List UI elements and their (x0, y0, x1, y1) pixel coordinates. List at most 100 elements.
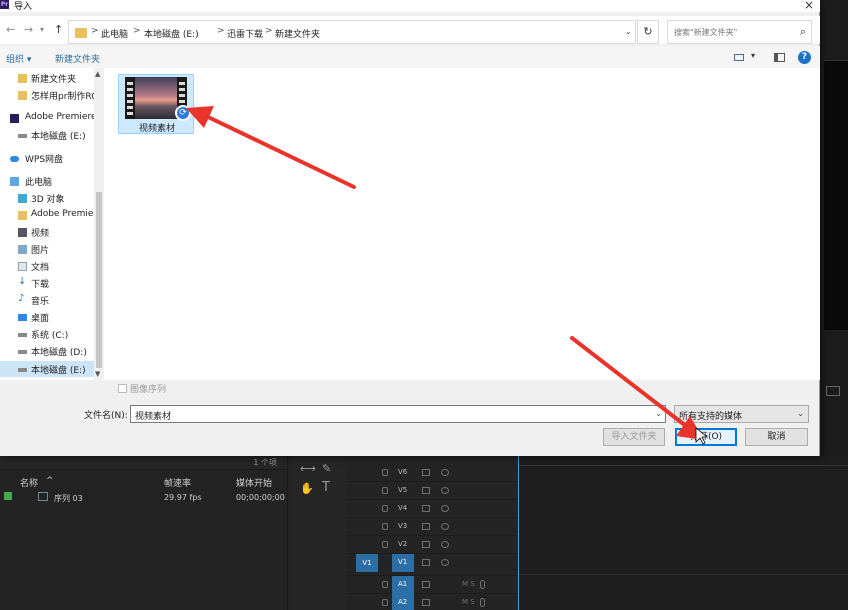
nav-item-downloads[interactable]: ↓ 下载 (0, 275, 94, 291)
open-button[interactable]: 打开(O) (675, 428, 737, 446)
filename-input[interactable]: 视频素材 ⌄ (130, 405, 666, 423)
mute-solo[interactable]: M S (462, 580, 475, 588)
nav-item-drive-d[interactable]: 本地磁盘 (D:) (0, 343, 94, 359)
nav-item-howto-folder[interactable]: 怎样用pr制作RC (0, 87, 94, 103)
view-icon[interactable] (734, 54, 744, 61)
view-dropdown-icon[interactable]: ▾ (751, 51, 755, 60)
help-button[interactable]: ? (798, 51, 811, 64)
track-a1[interactable]: A1 M S (346, 576, 518, 594)
nav-item-drive-c[interactable]: 系统 (C:) (0, 326, 94, 342)
recent-dropdown-icon[interactable]: ▾ (40, 25, 44, 34)
sync-lock-icon[interactable] (422, 581, 430, 588)
crumb-thunder-downloads[interactable]: 迅雷下载 (227, 27, 263, 40)
type-tool-icon[interactable]: T (322, 480, 330, 495)
lock-icon[interactable] (382, 581, 388, 588)
file-type-filter[interactable]: 所有支持的媒体 ⌄ (674, 405, 809, 423)
new-folder-button[interactable]: 新建文件夹 (55, 52, 100, 65)
organize-button[interactable]: 组织 ▾ (6, 52, 31, 65)
eye-icon[interactable] (441, 469, 449, 476)
close-button[interactable]: × (804, 0, 814, 12)
column-name[interactable]: 名称 (20, 476, 38, 489)
track-v3[interactable]: V3 (346, 518, 518, 536)
crumb-drive-e[interactable]: 本地磁盘 (E:) (144, 27, 199, 40)
sync-lock-icon[interactable] (422, 559, 430, 566)
import-folder-button[interactable]: 导入文件夹 (603, 428, 665, 446)
search-input[interactable]: 搜索"新建文件夹" ⌕ (667, 20, 812, 44)
crumb-separator[interactable]: > (217, 26, 225, 36)
track-v4[interactable]: V4 (346, 500, 518, 518)
column-media-start[interactable]: 媒体开始 (236, 476, 272, 489)
nav-item-drive-e-selected[interactable]: 本地磁盘 (E:) (0, 361, 94, 377)
scroll-thumb[interactable] (96, 192, 102, 368)
chevron-down-icon[interactable]: ⌄ (797, 409, 804, 418)
refresh-button[interactable]: ↻ (637, 20, 659, 44)
eye-icon[interactable] (441, 487, 449, 494)
forward-button[interactable]: → (24, 23, 33, 36)
ripple-edit-icon[interactable]: ⟷ (300, 462, 316, 475)
nav-item-new-folder[interactable]: 新建文件夹 (0, 70, 94, 86)
scroll-up-icon[interactable]: ▲ (95, 70, 100, 78)
sync-lock-icon[interactable] (422, 523, 430, 530)
pen-tool-icon[interactable]: ✎ (322, 462, 331, 475)
nav-item-this-pc[interactable]: 此电脑 (0, 173, 94, 189)
eye-icon[interactable] (441, 559, 449, 566)
sync-lock-icon[interactable] (422, 487, 430, 494)
mic-icon[interactable] (480, 598, 485, 607)
crumb-separator[interactable]: > (265, 26, 273, 36)
track-v5[interactable]: V5 (346, 482, 518, 500)
crumb-new-folder[interactable]: 新建文件夹 (275, 27, 320, 40)
search-icon[interactable]: ⌕ (800, 25, 806, 39)
track-v6[interactable]: V6 (346, 464, 518, 482)
lock-icon[interactable] (382, 487, 388, 494)
back-button[interactable]: ← (6, 23, 15, 36)
eye-icon[interactable] (441, 505, 449, 512)
crumb-separator[interactable]: > (91, 26, 99, 36)
scroll-down-icon[interactable]: ▼ (95, 370, 100, 378)
timeline-area[interactable] (518, 456, 848, 610)
source-patch-v1[interactable]: V1 (356, 554, 378, 572)
nav-item-drive-e[interactable]: 本地磁盘 (E:) (0, 127, 94, 143)
nav-item-pictures[interactable]: 图片 (0, 241, 94, 257)
mute-solo[interactable]: M S (462, 598, 475, 606)
hand-tool-icon[interactable]: ✋ (300, 482, 314, 495)
sync-lock-icon[interactable] (422, 505, 430, 512)
up-button[interactable]: ↑ (54, 23, 63, 36)
address-bar[interactable]: > 此电脑 > 本地磁盘 (E:) > 迅雷下载 > 新建文件夹 ⌄ (68, 20, 636, 44)
nav-item-desktop[interactable]: 桌面 (0, 309, 94, 325)
track-v1[interactable]: V1 V1 (346, 554, 518, 576)
sort-up-icon[interactable]: ^ (46, 476, 54, 486)
eye-icon[interactable] (441, 541, 449, 548)
nav-item-documents[interactable]: 文档 (0, 258, 94, 274)
filename-dropdown-icon[interactable]: ⌄ (655, 409, 662, 418)
address-dropdown-icon[interactable]: ⌄ (625, 27, 632, 36)
file-item-video[interactable]: ⟳ 视频素材 (118, 74, 194, 134)
time-ruler[interactable] (518, 456, 848, 466)
cancel-button[interactable]: 取消 (745, 428, 808, 446)
sync-lock-icon[interactable] (422, 469, 430, 476)
lock-icon[interactable] (382, 541, 388, 548)
lock-icon[interactable] (382, 599, 388, 606)
lock-icon[interactable] (382, 505, 388, 512)
column-framerate[interactable]: 帧速率 (164, 476, 191, 489)
lock-icon[interactable] (382, 469, 388, 476)
track-a2[interactable]: A2 M S (346, 594, 518, 610)
nav-item-videos[interactable]: 视频 (0, 224, 94, 240)
nav-item-3d-objects[interactable]: 3D 对象 (0, 190, 94, 206)
playhead[interactable] (518, 456, 519, 610)
crumb-this-pc[interactable]: 此电脑 (101, 27, 128, 40)
image-sequence-checkbox[interactable] (118, 384, 127, 393)
nav-item-wps-cloud[interactable]: WPS网盘 (0, 150, 94, 166)
nav-item-adobe-premier[interactable]: Adobe Premier (0, 207, 94, 223)
nav-item-adobe-premiere[interactable]: Adobe Premiere (0, 110, 94, 126)
nav-scrollbar[interactable]: ▲ ▼ (94, 68, 104, 380)
sync-lock-icon[interactable] (422, 541, 430, 548)
nav-item-music[interactable]: ♪ 音乐 (0, 292, 94, 308)
track-v2[interactable]: V2 (346, 536, 518, 554)
mic-icon[interactable] (480, 580, 485, 589)
eye-icon[interactable] (441, 523, 449, 530)
crumb-separator[interactable]: > (133, 26, 141, 36)
sync-lock-icon[interactable] (422, 599, 430, 606)
lock-icon[interactable] (382, 523, 388, 530)
preview-pane-icon[interactable] (774, 53, 785, 62)
project-row[interactable]: 序列 03 29.97 fps 00;00;00;00 (0, 490, 288, 506)
